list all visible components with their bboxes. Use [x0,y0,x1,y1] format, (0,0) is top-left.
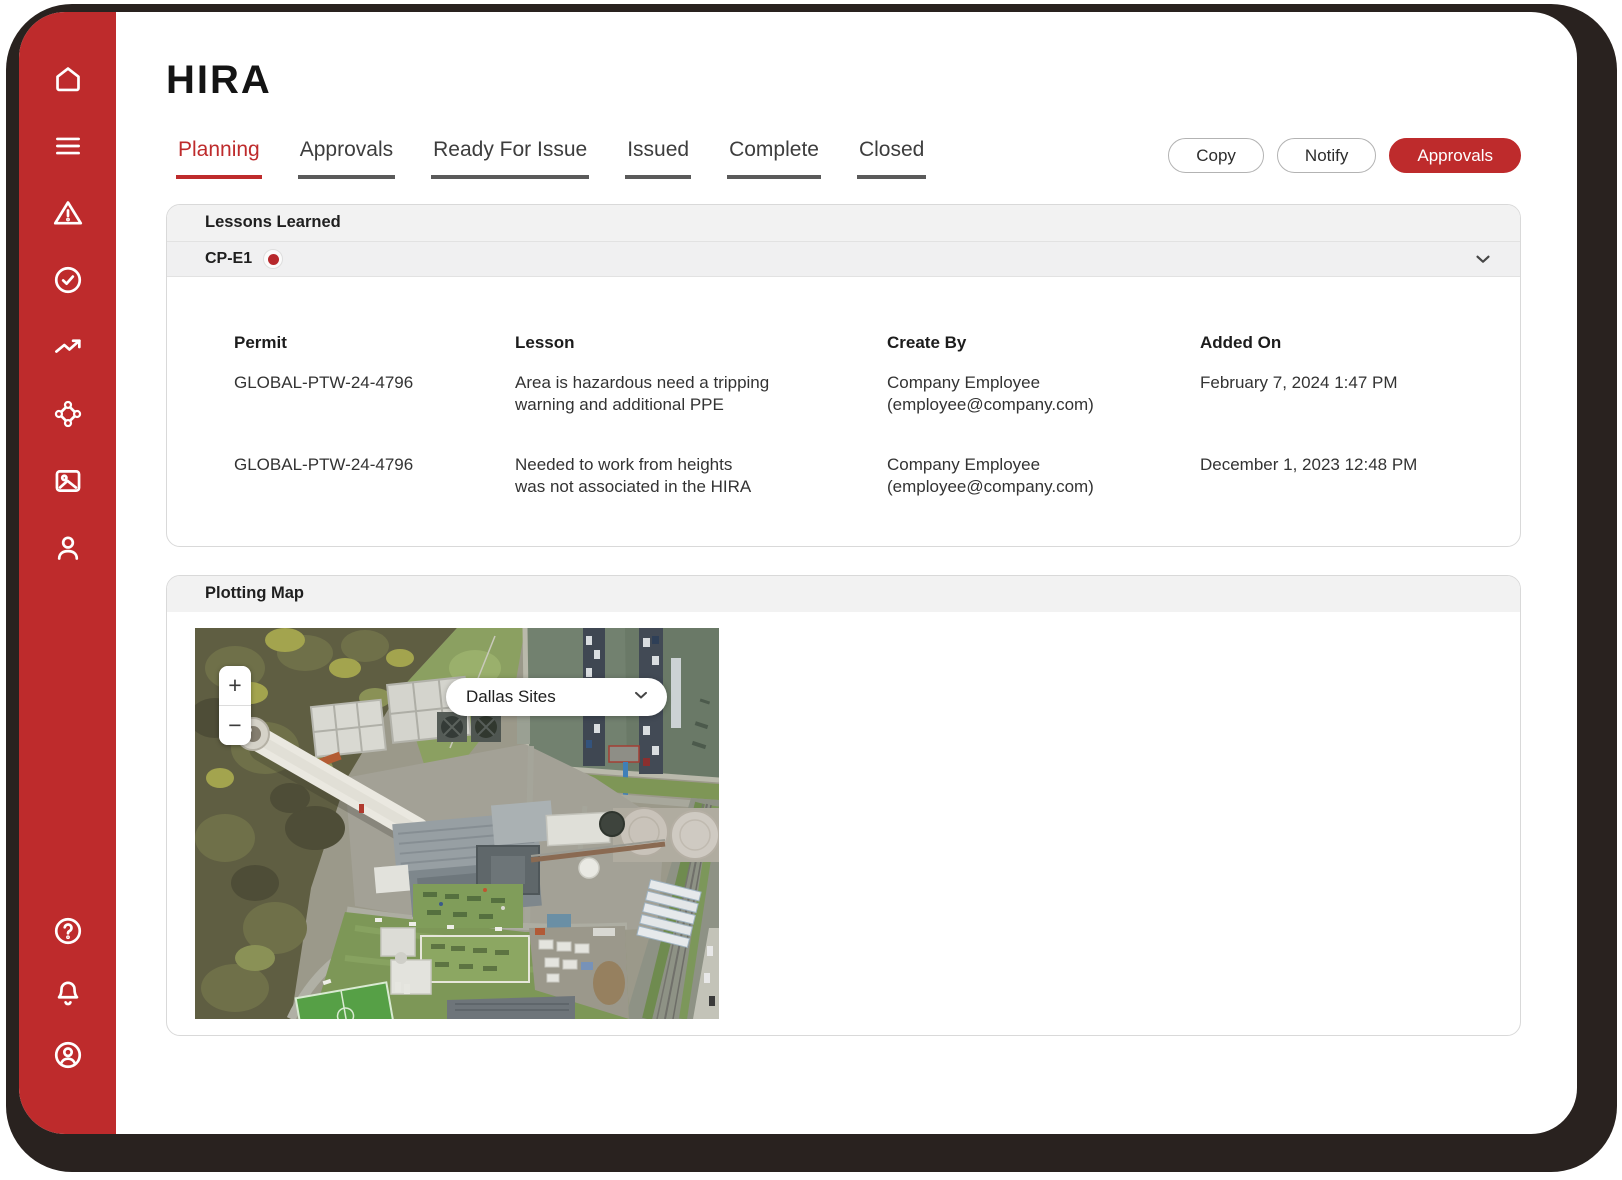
map-body: + − Dallas Sites [167,612,1520,1035]
lesson-line: warning and additional PPE [515,395,724,414]
sidebar-item-hub[interactable] [48,395,88,435]
tab-issued[interactable]: Issued [625,138,692,179]
tab-planning[interactable]: Planning [176,138,262,179]
lessons-learned-title: Lessons Learned [167,205,1520,241]
bell-icon [51,976,85,1013]
lessons-learned-panel: Lessons Learned CP-E1 Permit Lesson Crea… [166,204,1521,547]
sidebar-item-people[interactable] [48,529,88,569]
creator-email: (employee@company.com) [887,395,1094,414]
lesson-line: Needed to work from heights [515,455,733,474]
account-icon [51,1038,85,1075]
tab-approvals[interactable]: Approvals [297,138,396,179]
plotting-map-panel: Plotting Map + − Dallas Sites [166,575,1521,1036]
creator-name: Company Employee [887,455,1041,474]
sidebar [19,12,116,1134]
cell-added-on: February 7, 2024 1:47 PM [1200,373,1398,392]
sidebar-item-alerts[interactable] [48,194,88,234]
tab-bar: Planning Approvals Ready For Issue Issue… [176,138,927,179]
page-title: HIRA [166,58,272,102]
sidebar-item-menu[interactable] [48,127,88,167]
cell-create-by: Company Employee (employee@company.com) [887,454,1200,498]
approvals-button[interactable]: Approvals [1389,138,1521,173]
notify-button[interactable]: Notify [1276,138,1377,173]
alert-triangle-icon [51,196,85,233]
tab-ready-for-issue[interactable]: Ready For Issue [431,138,590,179]
lessons-table: Permit Lesson Create By Added On GLOBAL-… [167,277,1520,546]
site-selector-dropdown[interactable]: Dallas Sites [446,678,667,716]
header-actions: Copy Notify Approvals [1168,138,1521,173]
sidebar-item-home[interactable] [48,60,88,100]
tab-closed[interactable]: Closed [856,138,927,179]
sidebar-item-tasks[interactable] [48,261,88,301]
sidebar-item-analytics[interactable] [48,328,88,368]
zoom-in-button[interactable]: + [219,666,251,705]
lesson-line: Area is hazardous need a tripping [515,373,770,392]
device-frame: HIRA Planning Approvals Ready For Issue … [6,4,1617,1172]
help-icon [51,914,85,951]
check-circle-icon [51,263,85,300]
lesson-line: was not associated in the HIRA [515,477,752,496]
chevron-down-icon [631,685,651,710]
map-zoom-control: + − [219,666,251,745]
col-header-permit: Permit [234,333,287,352]
lessons-group-row[interactable]: CP-E1 [167,241,1520,277]
col-header-create-by: Create By [887,333,967,352]
copy-button[interactable]: Copy [1168,138,1264,173]
cell-create-by: Company Employee (employee@company.com) [887,372,1200,454]
sidebar-item-notifications[interactable] [48,974,88,1014]
sidebar-item-help[interactable] [48,912,88,952]
sidebar-top-nav [48,60,88,569]
cell-permit: GLOBAL-PTW-24-4796 [234,455,414,474]
site-selector-value: Dallas Sites [466,687,556,706]
home-icon [51,62,85,99]
plotting-map-title: Plotting Map [167,576,1520,612]
menu-icon [51,129,85,166]
col-header-added-on: Added On [1200,333,1282,352]
cell-lesson: Area is hazardous need a tripping warnin… [515,372,887,454]
cell-permit: GLOBAL-PTW-24-4796 [234,373,414,392]
sidebar-item-account[interactable] [48,1036,88,1076]
col-header-lesson: Lesson [515,333,575,352]
user-icon [51,531,85,568]
sidebar-bottom-nav [48,912,88,1076]
group-label: CP-E1 [205,250,253,267]
cell-added-on: December 1, 2023 12:48 PM [1200,455,1418,474]
image-icon [51,464,85,501]
chevron-down-icon[interactable] [1472,248,1494,270]
sidebar-item-media[interactable] [48,462,88,502]
aerial-map[interactable]: + − Dallas Sites [195,628,719,1019]
main-content: HIRA Planning Approvals Ready For Issue … [116,12,1577,1134]
cell-lesson: Needed to work from heights was not asso… [515,454,887,498]
zoom-out-button[interactable]: − [219,706,251,745]
creator-name: Company Employee [887,373,1041,392]
status-dot-badge [263,249,284,269]
tab-complete[interactable]: Complete [727,138,821,179]
status-dot [267,253,279,265]
trending-up-icon [51,330,85,367]
app-window: HIRA Planning Approvals Ready For Issue … [19,12,1577,1134]
creator-email: (employee@company.com) [887,477,1094,496]
hub-icon [51,397,85,434]
tabs-row: Planning Approvals Ready For Issue Issue… [166,138,1521,179]
screen: HIRA Planning Approvals Ready For Issue … [0,0,1622,1180]
